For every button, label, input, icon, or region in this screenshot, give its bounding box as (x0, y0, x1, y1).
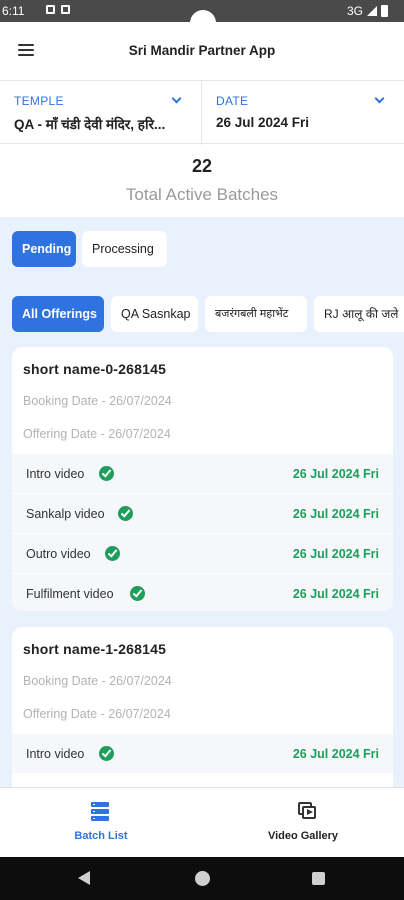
back-icon[interactable] (78, 871, 90, 885)
nav-batch-list[interactable]: Batch List (0, 788, 202, 858)
status-right: 3G (347, 4, 388, 18)
video-label: Intro video (26, 467, 85, 481)
date-label: DATE (216, 94, 249, 108)
bottom-navigation: Batch List Video Gallery (0, 787, 404, 857)
video-date: 26 Jul 2024 Fri (292, 747, 379, 761)
video-date: 26 Jul 2024 Fri (292, 547, 379, 561)
video-row[interactable]: Intro video 26 Jul 2024 Fri (12, 453, 393, 493)
batch-list-icon (91, 802, 109, 821)
batch-name: short name-0-268145 (23, 361, 167, 377)
tab-pending[interactable]: Pending (12, 231, 76, 267)
signal-icon (367, 6, 377, 16)
temple-dropdown[interactable]: TEMPLE QA - माँ चंडी देवी मंदिर, हरि... (0, 81, 202, 145)
video-label: Fulfilment video (26, 587, 114, 601)
temple-value: QA - माँ चंडी देवी मंदिर, हरि... (14, 117, 166, 132)
check-circle-icon (99, 746, 114, 761)
video-row[interactable]: Intro video 26 Jul 2024 Fri (12, 733, 393, 773)
nav-label: Video Gallery (267, 830, 339, 842)
filter-offering[interactable]: RJ आलू की जले (314, 296, 404, 332)
filter-selectors: TEMPLE QA - माँ चंडी देवी मंदिर, हरि... … (0, 80, 404, 145)
filter-all-offerings[interactable]: All Offerings (12, 296, 104, 332)
offering-date: Offering Date - 26/07/2024 (23, 427, 171, 441)
notification-icon (46, 5, 55, 14)
video-label: Sankalp video (26, 507, 105, 521)
notification-icons (46, 5, 70, 14)
app-bar: Sri Mandir Partner App (0, 22, 404, 80)
active-batch-count: 22 (191, 156, 213, 176)
battery-icon (381, 5, 388, 17)
network-type: 3G (346, 4, 363, 18)
app-title: Sri Mandir Partner App (128, 43, 276, 58)
check-circle-icon (118, 506, 133, 521)
active-batch-caption: Total Active Batches (125, 185, 279, 204)
batch-card[interactable]: short name-0-268145 Booking Date - 26/07… (12, 347, 393, 611)
temple-label: TEMPLE (14, 94, 64, 108)
chevron-down-icon (171, 93, 182, 104)
video-row[interactable]: Fulfilment video 26 Jul 2024 Fri (12, 573, 393, 611)
check-circle-icon (105, 546, 120, 561)
home-icon[interactable] (195, 871, 210, 886)
offering-date: Offering Date - 26/07/2024 (23, 707, 171, 721)
date-value: 26 Jul 2024 Fri (216, 115, 310, 130)
date-dropdown[interactable]: DATE 26 Jul 2024 Fri (202, 81, 404, 145)
booking-date: Booking Date - 26/07/2024 (23, 394, 172, 408)
batch-card[interactable]: short name-1-268145 Booking Date - 26/07… (12, 627, 393, 787)
status-time: 6:11 (2, 4, 25, 18)
nav-video-gallery[interactable]: Video Gallery (202, 788, 404, 858)
video-date: 26 Jul 2024 Fri (292, 507, 379, 521)
video-gallery-icon (298, 802, 316, 819)
batch-name: short name-1-268145 (23, 641, 167, 657)
video-row[interactable]: Outro video 26 Jul 2024 Fri (12, 533, 393, 573)
batch-summary: 22 Total Active Batches (0, 145, 404, 217)
nav-label: Batch List (74, 830, 128, 842)
check-circle-icon (99, 466, 114, 481)
recent-apps-icon[interactable] (312, 872, 325, 885)
system-navigation-bar (0, 857, 404, 900)
video-label: Outro video (26, 547, 91, 561)
check-circle-icon (130, 586, 145, 601)
video-row[interactable]: Sankalp video 26 Jul 2024 Fri (12, 493, 393, 533)
batch-content: Pending Processing All Offerings QA Sasn… (0, 217, 404, 787)
filter-offering[interactable]: बजरंगबली महाभेंट (205, 296, 307, 332)
tab-processing[interactable]: Processing (82, 231, 167, 267)
phone-screen: 6:11 3G Sri Mandir Partner App TEMPLE QA… (0, 0, 404, 900)
chevron-down-icon (374, 93, 385, 104)
filter-offering[interactable]: QA Sasnkap (111, 296, 198, 332)
notification-icon (61, 5, 70, 14)
video-label: Intro video (26, 747, 85, 761)
video-date: 26 Jul 2024 Fri (292, 467, 379, 481)
booking-date: Booking Date - 26/07/2024 (23, 674, 172, 688)
video-date: 26 Jul 2024 Fri (292, 587, 379, 601)
